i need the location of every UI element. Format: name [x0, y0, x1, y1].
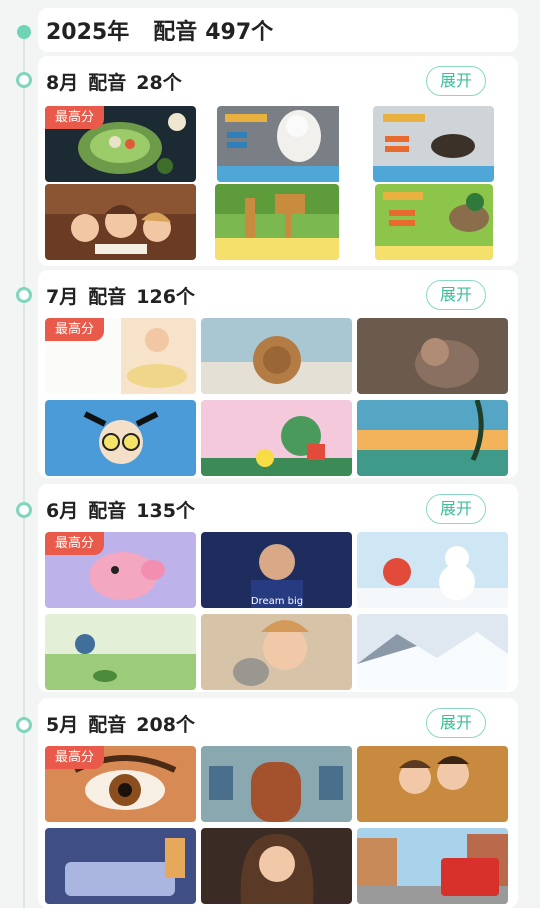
- month-count: 126个: [136, 285, 195, 308]
- expand-button[interactable]: 展开: [426, 66, 486, 96]
- month-type: 配音: [88, 499, 127, 522]
- month-section-aug: 8月 配音 28个 展开 最高分: [38, 56, 518, 266]
- month-header: 7月 配音 126个: [46, 270, 205, 320]
- month-count: 135个: [136, 499, 195, 522]
- month-label: 8月: [46, 71, 79, 94]
- timeline-year-dot: [17, 25, 31, 39]
- expand-button[interactable]: 展开: [426, 280, 486, 310]
- month-label: 5月: [46, 713, 79, 736]
- month-header: 8月 配音 28个: [46, 56, 192, 106]
- rattan-bag-icon[interactable]: [201, 318, 352, 394]
- month-header: 6月 配音 135个: [46, 484, 205, 534]
- year-label: 2025年: [46, 20, 130, 45]
- month-label: 6月: [46, 499, 79, 522]
- cartoon-kids-reading-icon[interactable]: [45, 184, 196, 260]
- cartoon-eye-icon[interactable]: 最高分: [45, 746, 196, 822]
- expand-button[interactable]: 展开: [426, 708, 486, 738]
- month-label: 7月: [46, 285, 79, 308]
- month-section-jul: 7月 配音 126个 展开 最高分: [38, 270, 518, 478]
- timeline-dot-may: [16, 717, 32, 733]
- city-bus-street-icon[interactable]: [357, 828, 508, 904]
- expand-button[interactable]: 展开: [426, 494, 486, 524]
- month-count: 28个: [136, 71, 182, 94]
- soup-bowl-icon[interactable]: 最高分: [45, 106, 196, 182]
- month-header: 5月 配音 208个: [46, 698, 205, 748]
- year-summary-label: 配音: [153, 20, 198, 45]
- giraffes-icon[interactable]: [215, 184, 339, 260]
- girl-with-bunny-icon[interactable]: [201, 614, 352, 690]
- svg-text:Dream big: Dream big: [251, 596, 303, 607]
- best-score-badge: 最高分: [45, 532, 105, 555]
- best-score-badge: 最高分: [45, 106, 105, 129]
- pastel-toys-icon[interactable]: [201, 400, 352, 476]
- timeline-line: [23, 32, 25, 908]
- year-summary-count: 497个: [205, 20, 274, 45]
- best-score-badge: 最高分: [45, 746, 105, 769]
- snowy-mountains-icon[interactable]: [357, 614, 508, 690]
- cartoon-bedroom-icon[interactable]: [45, 828, 196, 904]
- castle-door-icon[interactable]: [201, 746, 352, 822]
- timeline-dot-jul: [16, 287, 32, 303]
- timeline-dot-jun: [16, 502, 32, 518]
- tennis-player-icon[interactable]: Dream big: [201, 532, 352, 608]
- best-score-badge: 最高分: [45, 318, 105, 341]
- cartoon-boys-icon[interactable]: [357, 746, 508, 822]
- frog-pond-illustration-icon[interactable]: [45, 614, 196, 690]
- grandma-illustration-icon[interactable]: 最高分: [45, 318, 196, 394]
- month-type: 配音: [88, 285, 127, 308]
- year-summary-card: 2025年 配音 497个: [38, 8, 518, 52]
- sunset-beach-icon[interactable]: [357, 400, 508, 476]
- cartoon-girl-long-hair-icon[interactable]: [201, 828, 352, 904]
- month-type: 配音: [88, 713, 127, 736]
- month-section-jun: 6月 配音 135个 展开 最高分 Dream big: [38, 484, 518, 692]
- cartoon-girl-glasses-icon[interactable]: [45, 400, 196, 476]
- mallard-duck-icon[interactable]: [375, 184, 493, 260]
- arctic-fox-icon[interactable]: [373, 106, 494, 182]
- snowy-owl-icon[interactable]: [217, 106, 368, 182]
- peppa-pig-icon[interactable]: 最高分: [45, 532, 196, 608]
- month-section-may: 5月 配音 208个 展开 最高分: [38, 698, 518, 908]
- monkey-icon[interactable]: [357, 318, 508, 394]
- month-count: 208个: [136, 713, 195, 736]
- month-type: 配音: [88, 71, 127, 94]
- snowman-icon[interactable]: [357, 532, 508, 608]
- timeline-dot-aug: [16, 72, 32, 88]
